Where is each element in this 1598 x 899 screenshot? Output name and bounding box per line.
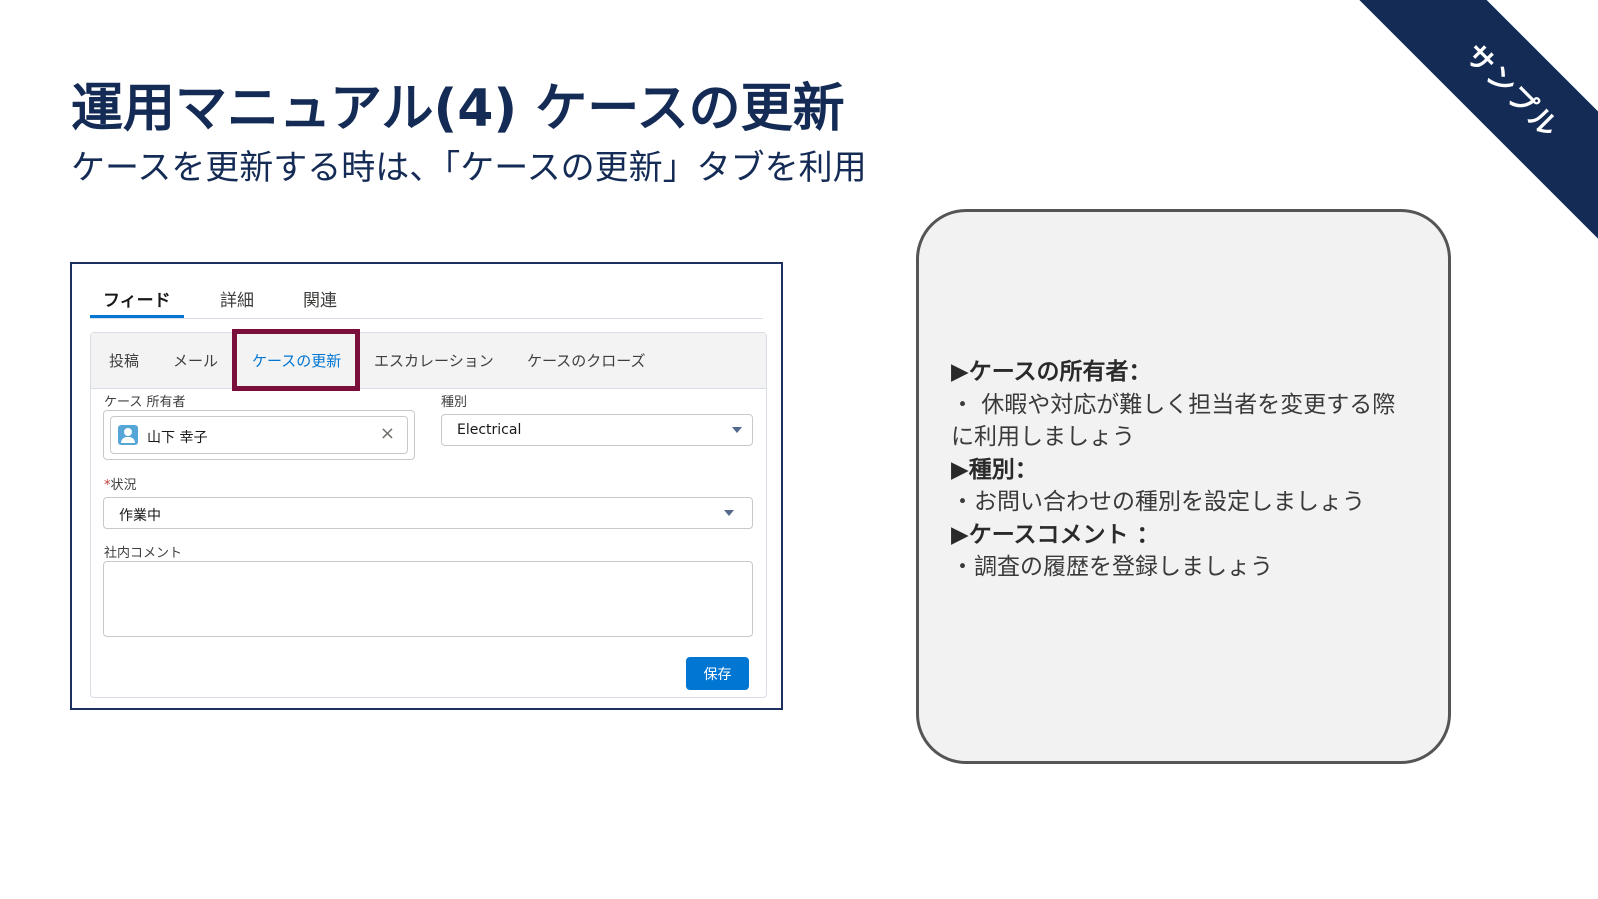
tab-details[interactable]: 詳細 [207,286,267,318]
comment-textarea[interactable] [103,561,753,637]
tab-related[interactable]: 関連 [290,286,350,318]
info-heading-owner: ▶ケースの所有者： [951,359,1152,385]
highlight-box [232,329,360,391]
info-heading-comment: ▶ケースコメント ： [951,521,1160,548]
owner-pill[interactable]: 山下 幸子 × [110,416,408,454]
info-text-line: ・ 休暇や対応が難しく担当者を変更する際 [951,391,1396,418]
info-text-line: ・調査の履歴を登録しましょう [951,554,1273,580]
publisher-tabs: 投稿 メール ケースの更新 エスカレーション ケースのクローズ [91,333,766,389]
chevron-down-icon [732,427,742,433]
type-value: Electrical [457,422,522,438]
ribbon-text: サンプル [1458,37,1566,146]
tab-feed[interactable]: フィード [90,286,184,318]
publisher-card: 投稿 メール ケースの更新 エスカレーション ケースのクローズ ケース 所有者 … [90,332,767,698]
status-select[interactable]: 作業中 [103,497,753,529]
status-label-text: 状況 [110,478,137,493]
user-avatar-icon [118,425,138,445]
owner-label: ケース 所有者 [104,395,186,410]
info-text: ▶ケースの所有者： ・ 休暇や対応が難しく担当者を変更する際 に利用しましょう … [951,356,1431,584]
info-text-line: に利用しましょう [951,424,1135,450]
clear-icon[interactable]: × [380,423,395,444]
subtab-email[interactable]: メール [173,350,218,371]
info-text-line: ・お問い合わせの種別を設定しましょう [951,489,1365,515]
subtab-post[interactable]: 投稿 [109,350,139,371]
status-label: *状況 [104,474,137,493]
type-label: 種別 [441,395,468,410]
owner-name: 山下 幸子 [147,430,208,446]
slide-subtitle: ケースを更新する時は、「ケースの更新」タブを利用 [71,148,867,188]
save-button[interactable]: 保存 [686,657,749,690]
status-value: 作業中 [119,508,161,524]
subtab-close-case[interactable]: ケースのクローズ [527,350,646,371]
owner-lookup[interactable]: 山下 幸子 × [103,410,415,460]
type-select[interactable]: Electrical [441,414,753,446]
info-box: ▶ケースの所有者： ・ 休暇や対応が難しく担当者を変更する際 に利用しましょう … [916,209,1451,764]
subtab-escalation[interactable]: エスカレーション [374,350,494,371]
record-tabs: フィード 詳細 関連 [90,278,763,319]
chevron-down-icon [724,510,734,516]
comment-label: 社内コメント [104,546,183,561]
info-heading-type: ▶種別： [951,456,1038,483]
case-screenshot: フィード 詳細 関連 投稿 メール ケースの更新 エスカレーション ケースのクロ… [70,262,783,710]
slide-title: 運用マニュアル(4) ケースの更新 [71,79,845,139]
